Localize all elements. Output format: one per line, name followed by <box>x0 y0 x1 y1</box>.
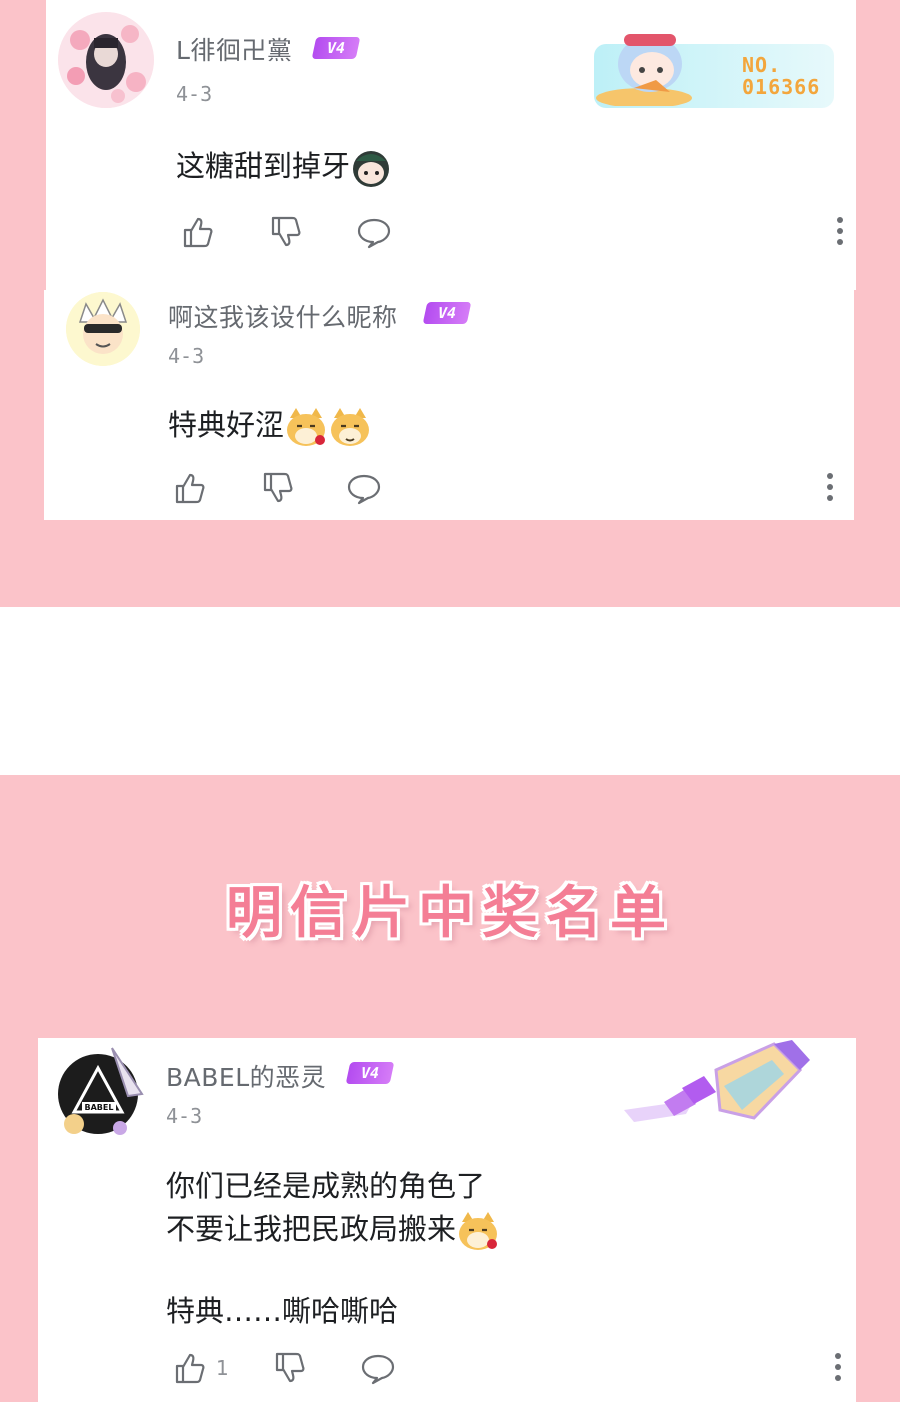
dislike-icon[interactable] <box>268 214 304 250</box>
avatar[interactable] <box>66 292 140 366</box>
avatar-image <box>66 292 140 366</box>
username[interactable]: BABEL的恶灵 <box>166 1058 326 1094</box>
comment-date: 4-3 <box>176 82 213 106</box>
avatar-image <box>58 12 154 108</box>
avatar-image: BABEL <box>58 1047 144 1135</box>
comment-text-content: 特典好涩 <box>168 408 285 442</box>
more-icon[interactable] <box>836 216 844 246</box>
level-badge: V4 <box>345 1062 395 1084</box>
comment-date: 4-3 <box>168 344 205 368</box>
dislike-icon[interactable] <box>272 1350 308 1386</box>
avatar[interactable] <box>58 12 154 108</box>
like-count: 1 <box>216 1356 229 1380</box>
fan-number-label: NO. <box>742 53 782 77</box>
comment-line-2: 不要让我把民政局搬来 <box>166 1206 500 1252</box>
reply-icon[interactable] <box>360 1350 396 1386</box>
reply-icon[interactable] <box>356 214 392 250</box>
dislike-icon[interactable] <box>260 470 296 506</box>
comment-text: 特典好涩 <box>168 402 372 448</box>
comment-line-3: 特典……嘶哈嘶哈 <box>166 1294 399 1328</box>
venti-sticker-icon <box>353 151 390 187</box>
comment-card-2: 啊这我该设什么昵称 V4 4-3 特典好涩 <box>44 290 854 520</box>
comment-date: 4-3 <box>166 1104 203 1128</box>
username[interactable]: L徘徊卍黨 <box>176 31 292 67</box>
comment-card-1: L徘徊卍黨 V4 4-3 NO. 016366 这糖甜到掉牙 <box>46 0 856 290</box>
like-icon[interactable] <box>172 1350 208 1386</box>
username[interactable]: 啊这我该设什么昵称 <box>168 298 398 334</box>
avatar[interactable]: BABEL <box>50 1044 146 1140</box>
paint-bottle-decoration <box>624 1040 810 1122</box>
more-icon[interactable] <box>826 472 834 502</box>
like-icon[interactable] <box>180 214 216 250</box>
comment-actions <box>180 214 856 254</box>
level-badge: V4 <box>311 37 361 59</box>
fan-number-value: 016366 <box>742 75 821 99</box>
doge-rose-icon <box>287 408 326 446</box>
comment-line-1: 你们已经是成熟的角色了 <box>166 1169 486 1203</box>
doge-icon <box>331 408 370 446</box>
section-title: 明信片中奖名单 <box>226 881 674 946</box>
doge-rose-icon <box>459 1212 498 1250</box>
comment-text: 这糖甜到掉牙 <box>176 143 392 189</box>
more-icon[interactable] <box>834 1352 842 1382</box>
fan-number-plate: NO. 016366 <box>594 34 834 108</box>
level-badge: V4 <box>422 302 472 324</box>
comment-actions: 1 <box>172 1350 846 1390</box>
comment-card-3: BABEL BABEL的恶灵 V4 4-3 你们已经是成熟的角色了 不要让我把民… <box>38 1038 856 1402</box>
avatar-text: BABEL <box>85 1103 114 1112</box>
comment-actions <box>172 470 842 510</box>
comment-line-2-content: 不要让我把民政局搬来 <box>166 1212 457 1246</box>
like-icon[interactable] <box>172 470 208 506</box>
reply-icon[interactable] <box>346 470 382 506</box>
mascot-icon <box>596 34 692 106</box>
comment-text-content: 这糖甜到掉牙 <box>176 149 351 183</box>
fan-number: NO. 016366 <box>742 54 820 98</box>
